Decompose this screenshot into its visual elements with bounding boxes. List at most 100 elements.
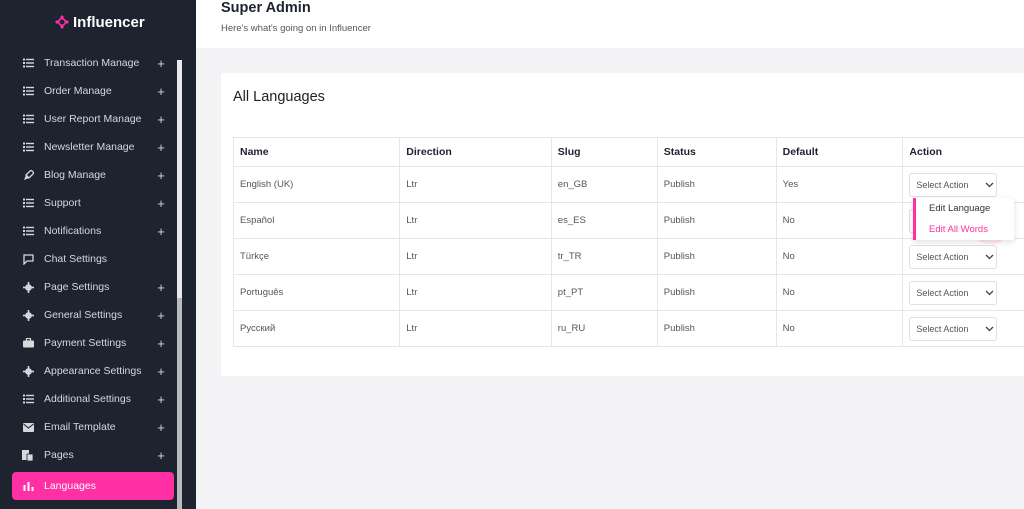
col-status: Status	[656, 137, 777, 167]
sidebar-item-label: Email Template	[44, 421, 116, 433]
table-row: Português Ltr pt_PT Publish No Select Action	[232, 274, 1024, 311]
sidebar-item-transaction-manage[interactable]: Transaction Manage +	[12, 50, 174, 76]
list-icon	[22, 113, 34, 125]
cell-status: Publish	[656, 310, 777, 347]
sidebar-item-newsletter-manage[interactable]: Newsletter Manage +	[12, 134, 174, 160]
cell-slug: ru_RU	[550, 310, 658, 347]
cell-slug: pt_PT	[550, 274, 658, 311]
expand-plus-icon[interactable]: +	[154, 392, 168, 407]
expand-plus-icon[interactable]: +	[154, 280, 168, 295]
menu-item-edit-language[interactable]: Edit Language	[916, 198, 1014, 219]
table-row: Türkçe Ltr tr_TR Publish No Select Action	[232, 238, 1024, 275]
cell-slug: en_GB	[550, 166, 658, 203]
cell-default: No	[775, 274, 904, 311]
cell-action: Select Action	[902, 274, 1024, 311]
card-title: All Languages	[233, 89, 325, 105]
sidebar-item-user-report-manage[interactable]: User Report Manage +	[12, 106, 174, 132]
col-name: Name	[232, 137, 401, 167]
sidebar-item-order-manage[interactable]: Order Manage +	[12, 78, 174, 104]
expand-plus-icon[interactable]: +	[154, 420, 168, 435]
col-default: Default	[775, 137, 904, 167]
sidebar-item-label: Transaction Manage	[44, 57, 140, 69]
expand-plus-icon[interactable]: +	[154, 308, 168, 323]
table-header-row: Name Direction Slug Status Default Actio…	[232, 137, 1024, 167]
sidebar-item-general-settings[interactable]: General Settings +	[12, 302, 174, 328]
envelope-icon	[22, 421, 34, 433]
page-subtitle: Here's what's going on in Influencer	[221, 23, 371, 34]
cell-name: Русский	[232, 310, 401, 347]
languages-table: Name Direction Slug Status Default Actio…	[232, 137, 1024, 347]
cell-name: Türkçe	[232, 238, 401, 275]
cell-default: Yes	[775, 166, 904, 203]
sidebar-item-label: Chat Settings	[44, 253, 108, 265]
page-title: Super Admin	[221, 0, 311, 16]
sidebar-item-label: Page Settings	[44, 281, 110, 293]
list-icon	[22, 57, 34, 69]
col-slug: Slug	[550, 137, 658, 167]
sidebar-item-additional-settings[interactable]: Additional Settings +	[12, 386, 174, 412]
sidebar-item-chat-settings[interactable]: Chat Settings	[12, 246, 174, 272]
sidebar-item-support[interactable]: Support +	[12, 190, 174, 216]
gear-icon	[22, 309, 34, 321]
sidebar-item-label: Newsletter Manage	[44, 141, 135, 153]
sidebar-item-email-template[interactable]: Email Template +	[12, 414, 174, 440]
expand-plus-icon[interactable]: +	[154, 168, 168, 183]
sidebar-item-label: General Settings	[44, 309, 123, 321]
brand-name: Influencer	[73, 13, 145, 31]
select-action-label: Select Action	[916, 323, 969, 334]
select-action-label: Select Action	[916, 179, 969, 190]
chevron-down-icon	[982, 254, 996, 260]
select-action-button[interactable]: Select Action	[909, 280, 998, 305]
select-action-button[interactable]: Select Action	[909, 244, 998, 269]
page-header: Super Admin Here's what's going on in In…	[196, 0, 1024, 48]
expand-plus-icon[interactable]: +	[154, 336, 168, 351]
gear-icon	[22, 365, 34, 377]
brand-logo[interactable]: Influencer	[55, 12, 145, 32]
expand-plus-icon[interactable]: +	[154, 84, 168, 99]
col-action: Action	[902, 137, 1024, 167]
sidebar-item-label: Appearance Settings	[44, 365, 142, 377]
pages-icon	[22, 449, 34, 461]
cell-default: No	[775, 238, 904, 275]
expand-plus-icon[interactable]: +	[154, 196, 168, 211]
sidebar-item-pages[interactable]: Pages +	[12, 442, 174, 468]
select-action-label: Select Action	[916, 251, 969, 262]
sidebar-item-payment-settings[interactable]: Payment Settings +	[12, 330, 174, 356]
sidebar-item-appearance-settings[interactable]: Appearance Settings +	[12, 358, 174, 384]
cell-name: Português	[232, 274, 401, 311]
sidebar-item-label: Pages	[44, 449, 74, 461]
expand-plus-icon[interactable]: +	[154, 448, 168, 463]
sidebar-item-label: Notifications	[44, 225, 102, 237]
briefcase-icon	[22, 337, 34, 349]
menu-item-edit-all-words[interactable]: Edit All Words	[916, 219, 1014, 240]
sidebar-item-label: User Report Manage	[44, 113, 142, 125]
cell-default: No	[775, 202, 904, 239]
sidebar-item-label: Payment Settings	[44, 337, 127, 349]
influencer-logo-icon	[55, 15, 69, 29]
select-action-button[interactable]: Select Action	[909, 316, 998, 341]
cell-direction: Ltr	[399, 274, 552, 311]
list-icon	[22, 197, 34, 209]
sidebar-item-notifications[interactable]: Notifications +	[12, 218, 174, 244]
sidebar-item-languages[interactable]: Languages	[12, 472, 174, 500]
cell-action: Select Action	[902, 310, 1024, 347]
expand-plus-icon[interactable]: +	[154, 112, 168, 127]
list-icon	[22, 393, 34, 405]
sidebar-item-label: Languages	[44, 480, 96, 492]
table-row: EspañolLtres_ESPublishNoSelect Action	[232, 202, 1024, 239]
cell-name: English (UK)	[232, 166, 401, 203]
action-dropdown-menu: Edit Language Edit All Words	[913, 198, 1014, 240]
expand-plus-icon[interactable]: +	[154, 364, 168, 379]
cell-direction: Ltr	[399, 238, 552, 275]
select-action-button[interactable]: Select Action	[909, 172, 998, 197]
chat-icon	[22, 253, 34, 265]
languages-card: All Languages Name Direction Slug Status…	[221, 73, 1024, 376]
expand-plus-icon[interactable]: +	[154, 140, 168, 155]
expand-plus-icon[interactable]: +	[154, 56, 168, 71]
col-direction: Direction	[399, 137, 552, 167]
cell-status: Publish	[656, 202, 777, 239]
sidebar-item-blog-manage[interactable]: Blog Manage +	[12, 162, 174, 188]
list-icon	[22, 141, 34, 153]
expand-plus-icon[interactable]: +	[154, 224, 168, 239]
sidebar-item-page-settings[interactable]: Page Settings +	[12, 274, 174, 300]
